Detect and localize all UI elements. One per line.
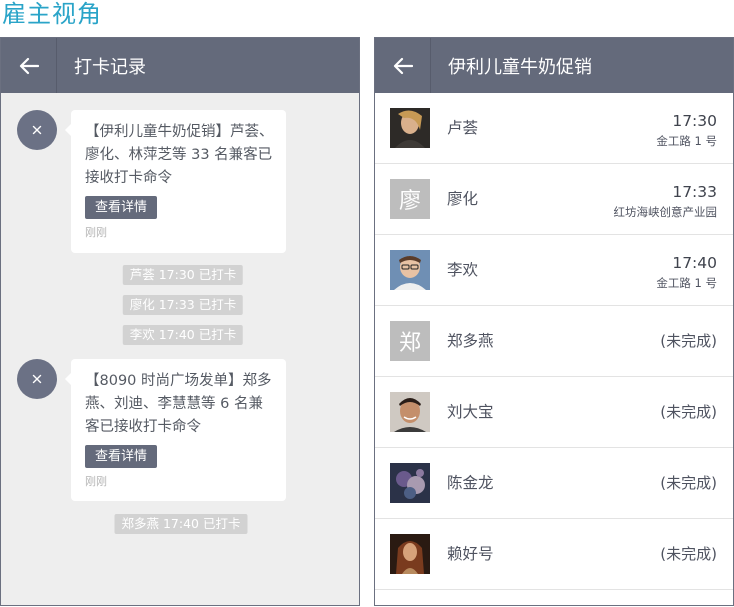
checkin-chip: 廖化 17:33 已打卡 [122,295,244,315]
checkin-location: 金工路 1 号 [656,276,717,290]
close-icon [32,125,42,135]
worker-row[interactable]: 陈金龙 (未完成) [375,448,733,519]
worker-name: 刘大宝 [447,403,494,421]
checkin-chip: 芦荟 17:30 已打卡 [122,265,244,285]
avatar [390,108,430,148]
checkin-info: 17:33 红坊海峡创意产业园 [614,182,718,220]
avatar [390,463,430,503]
message-bubble: 【8090 时尚广场发单】郑多燕、刘迪、李慧慧等 6 名兼客已接收打卡命令 查看… [65,359,286,501]
screen-title: 伊利儿童牛奶促销 [448,56,592,78]
checkin-chip: 郑多燕 17:40 已打卡 [114,514,248,534]
screen-title: 打卡记录 [74,56,146,78]
bubble-tail [65,373,71,385]
worker-row[interactable]: 李欢 17:40 金工路 1 号 [375,235,733,306]
checkin-record-panel: 打卡记录 【伊利儿童牛奶促销】芦荟、廖化、林萍芝等 33 名兼客已接收打卡命令 … [0,37,360,606]
app-bar: 打卡记录 [1,38,359,93]
arrow-left-icon [19,57,39,74]
message-text: 【伊利儿童牛奶促销】芦荟、廖化、林萍芝等 33 名兼客已接收打卡命令 [85,124,274,186]
avatar [390,392,430,432]
checkin-info: 17:30 金工路 1 号 [656,111,717,149]
checkin-info: 17:40 金工路 1 号 [656,253,717,291]
checkin-time: 17:40 [672,254,717,272]
message-time: 刚刚 [85,226,107,239]
back-button[interactable] [1,38,57,93]
worker-row[interactable]: 刘大宝 (未完成) [375,377,733,448]
avatar [390,250,430,290]
checkin-location: 红坊海峡创意产业园 [613,205,718,219]
worker-name: 李欢 [447,261,479,279]
worker-list: 卢荟 17:30 金工路 1 号 廖 廖化 17:33 红坊海峡创意产业园 李欢… [375,93,733,590]
page-heading: 雇主视角 [2,0,102,28]
worker-name: 廖化 [447,190,479,208]
arrow-left-icon [393,57,413,74]
worker-row[interactable]: 廖 廖化 17:33 红坊海峡创意产业园 [375,164,733,235]
task-detail-panel: 伊利儿童牛奶促销 卢荟 17:30 金工路 1 号 廖 廖化 17:33 红坊海… [374,37,734,606]
avatar: 廖 [390,179,430,219]
view-details-button[interactable]: 查看详情 [85,196,158,219]
message-text: 【8090 时尚广场发单】郑多燕、刘迪、李慧慧等 6 名兼客已接收打卡命令 [85,373,272,435]
bubble-tail [65,124,71,136]
worker-name: 赖好号 [447,545,494,563]
worker-name: 陈金龙 [447,474,494,492]
worker-name: 郑多燕 [447,332,494,350]
worker-name: 卢荟 [447,119,479,137]
worker-row[interactable]: 赖好号 (未完成) [375,519,733,590]
status-text: (未完成) [660,403,717,421]
checkin-time: 17:30 [672,112,717,130]
avatar [390,534,430,574]
message-time: 刚刚 [85,475,107,488]
checkin-chip: 李欢 17:40 已打卡 [122,325,244,345]
avatar: 郑 [390,321,430,361]
status-text: (未完成) [660,332,717,350]
message-bubble: 【伊利儿童牛奶促销】芦荟、廖化、林萍芝等 33 名兼客已接收打卡命令 查看详情 … [65,110,286,253]
worker-row[interactable]: 卢荟 17:30 金工路 1 号 [375,93,733,164]
worker-row[interactable]: 郑 郑多燕 (未完成) [375,306,733,377]
close-icon [32,374,42,384]
dismiss-avatar[interactable] [17,110,57,150]
checkin-time: 17:33 [672,183,717,201]
dismiss-avatar[interactable] [17,359,57,399]
status-text: (未完成) [660,545,717,563]
back-button[interactable] [375,38,431,93]
view-details-button[interactable]: 查看详情 [85,445,158,468]
app-bar: 伊利儿童牛奶促销 [375,38,733,93]
status-text: (未完成) [660,474,717,492]
checkin-location: 金工路 1 号 [656,134,717,148]
